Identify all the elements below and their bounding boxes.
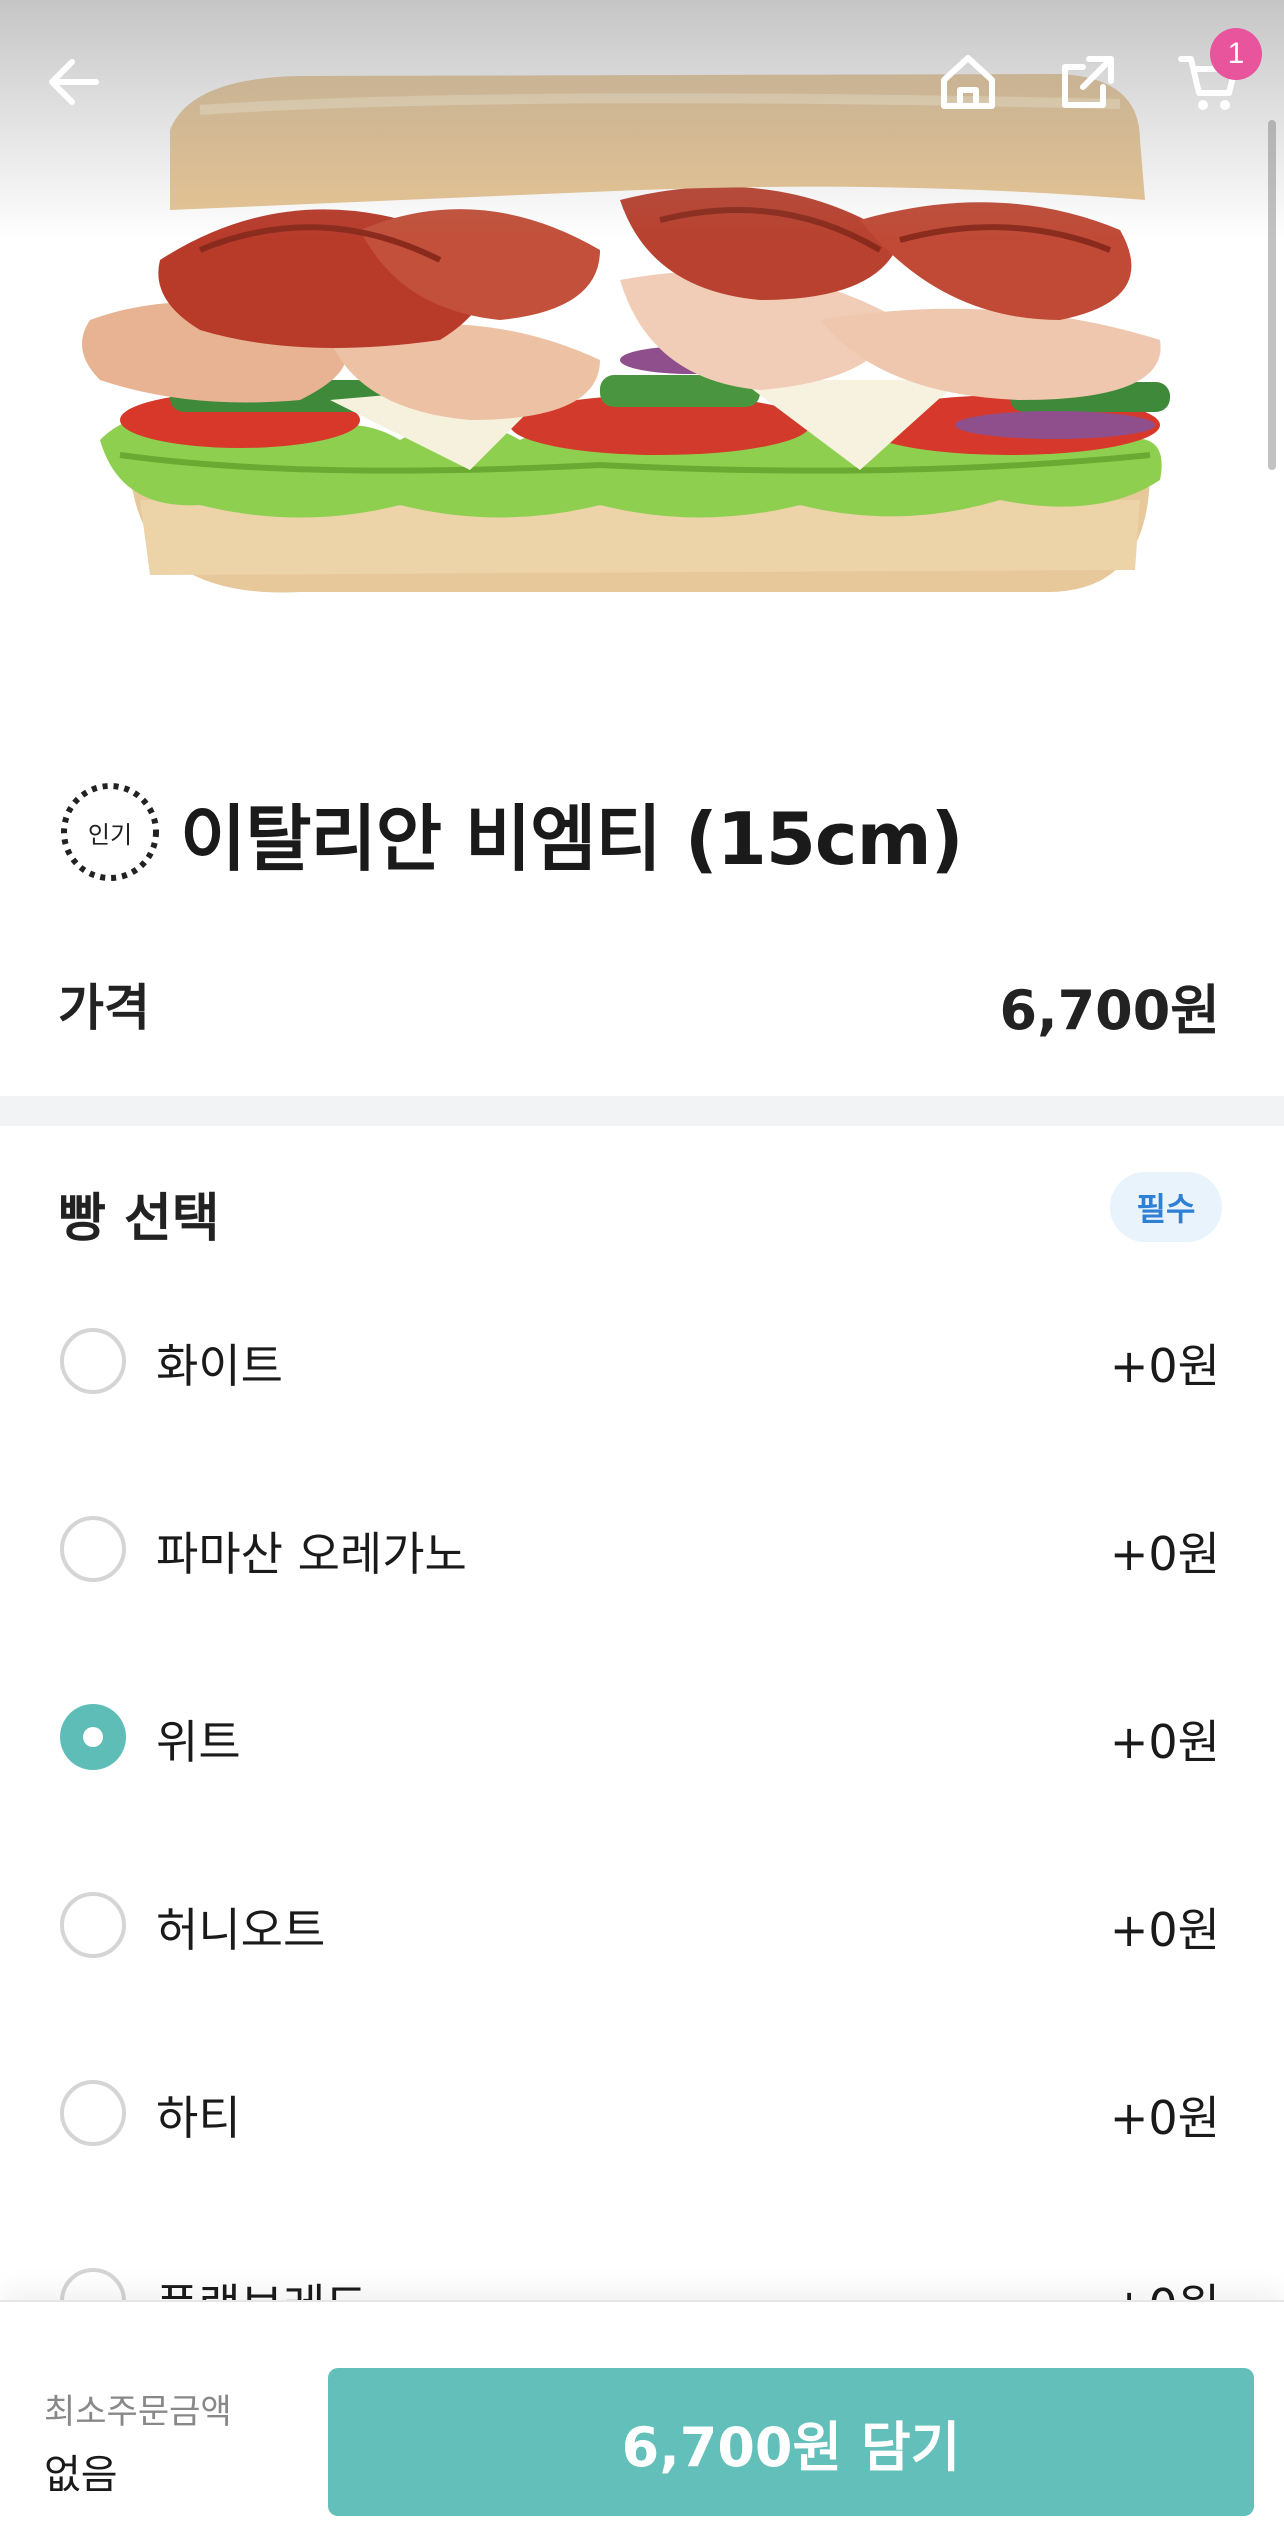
bread-option-hearty[interactable]: 하티 +0원: [0, 2022, 1284, 2210]
back-button[interactable]: [26, 34, 122, 130]
option-price: +0원: [1109, 1339, 1220, 1393]
radio-button[interactable]: [60, 1328, 126, 1394]
bottom-bar: 최소주문금액 없음 6,700원 담기: [0, 2300, 1284, 2539]
radio-button[interactable]: [60, 1516, 126, 1582]
bread-option-parmesan-oregano[interactable]: 파마산 오레가노 +0원: [0, 1458, 1284, 1646]
share-button[interactable]: [1040, 34, 1136, 130]
home-button[interactable]: [920, 34, 1016, 130]
home-icon: [941, 55, 995, 109]
product-title: 이탈리안 비엠티 (15cm): [180, 796, 964, 881]
option-label: 위트: [156, 1715, 241, 1769]
radio-button-selected[interactable]: [60, 1704, 126, 1770]
option-price: +0원: [1109, 1715, 1220, 1769]
arrow-left-icon: [49, 59, 99, 105]
option-price: +0원: [1109, 1903, 1220, 1957]
option-price: +0원: [1109, 2091, 1220, 2145]
scrollbar[interactable]: [1268, 120, 1276, 470]
bread-option-white[interactable]: 화이트 +0원: [0, 1270, 1284, 1458]
option-label: 화이트: [156, 1339, 283, 1393]
bread-section-title: 빵 선택: [58, 1189, 220, 1249]
share-icon: [1062, 56, 1114, 108]
product-title-row: 인기 이탈리안 비엠티 (15cm): [58, 780, 964, 884]
required-badge: 필수: [1110, 1172, 1222, 1242]
min-order-value: 없음: [44, 2452, 118, 2498]
option-label: 파마산 오레가노: [156, 1527, 467, 1581]
cart-count-badge: 1: [1210, 28, 1262, 80]
option-label: 하티: [156, 2091, 241, 2145]
add-to-cart-button[interactable]: 6,700원 담기: [328, 2368, 1254, 2516]
price-label: 가격: [58, 979, 150, 1037]
bread-option-wheat[interactable]: 위트 +0원: [0, 1646, 1284, 1834]
bread-option-honey-oat[interactable]: 허니오트 +0원: [0, 1834, 1284, 2022]
option-price: +0원: [1109, 1527, 1220, 1581]
min-order-label: 최소주문금액: [44, 2392, 232, 2432]
price-value: 6,700원: [999, 979, 1221, 1042]
popular-badge: 인기: [58, 780, 162, 884]
option-label: 허니오트: [156, 1903, 326, 1957]
section-divider: [0, 1096, 1284, 1126]
radio-button[interactable]: [60, 2080, 126, 2146]
popular-badge-label: 인기: [87, 820, 133, 849]
radio-button[interactable]: [60, 1892, 126, 1958]
